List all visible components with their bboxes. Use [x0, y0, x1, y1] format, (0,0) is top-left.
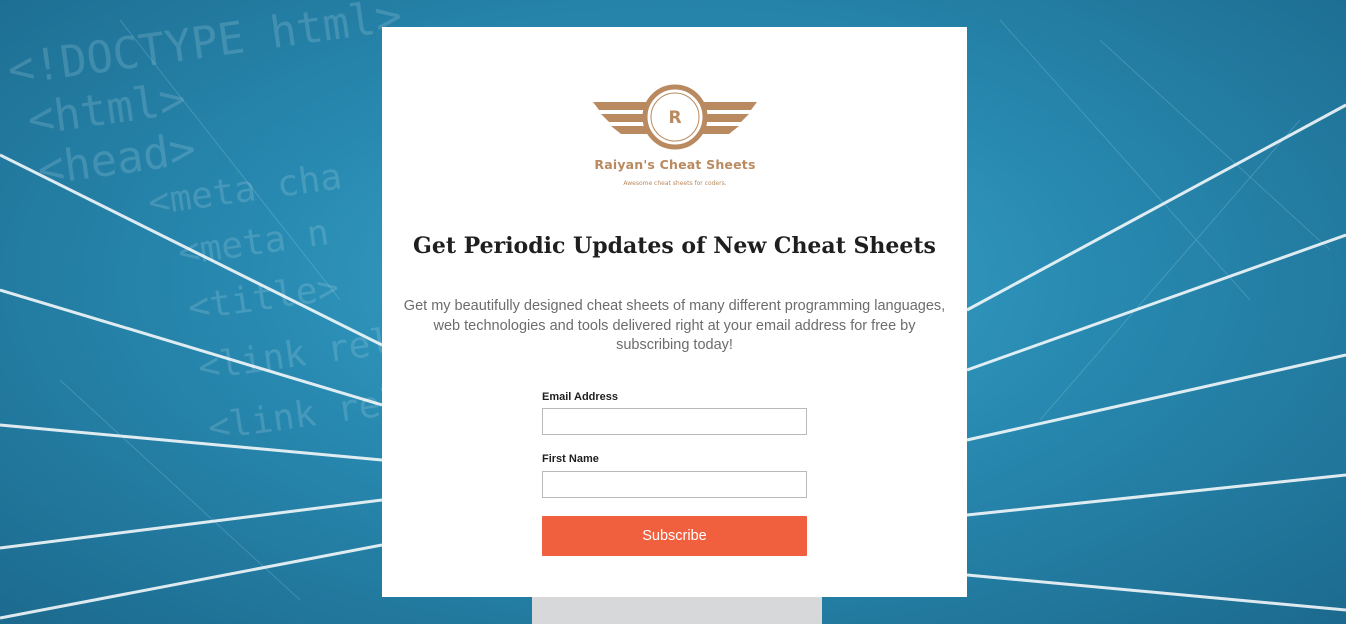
first-name-label: First Name: [542, 453, 599, 465]
bg-code-line: <!DOCTYPE html>: [4, 0, 405, 96]
logo-tagline: Awesome cheat sheets for coders.: [623, 180, 727, 187]
bg-code-line: <meta n: [176, 212, 332, 274]
subscribe-description: Get my beautifully designed cheat sheets…: [403, 298, 946, 353]
subscribe-card: R Raiyan's Cheat Sheets Awesome cheat sh…: [382, 27, 967, 597]
bg-code-line: <link rel: [206, 381, 405, 449]
bg-code-line: <title>: [186, 267, 342, 329]
first-name-field[interactable]: [542, 471, 807, 498]
keyboard-image: [532, 596, 822, 624]
logo-letter: R: [668, 108, 681, 128]
subscribe-button[interactable]: Subscribe: [542, 516, 807, 556]
site-logo: R Raiyan's Cheat Sheets Awesome cheat sh…: [591, 82, 759, 194]
logo-title: Raiyan's Cheat Sheets: [594, 157, 756, 172]
email-label: Email Address: [542, 391, 619, 403]
email-field[interactable]: [542, 408, 807, 435]
page-title: Get Periodic Updates of New Cheat Sheets: [413, 233, 936, 259]
winged-emblem-icon: R: [593, 84, 757, 150]
